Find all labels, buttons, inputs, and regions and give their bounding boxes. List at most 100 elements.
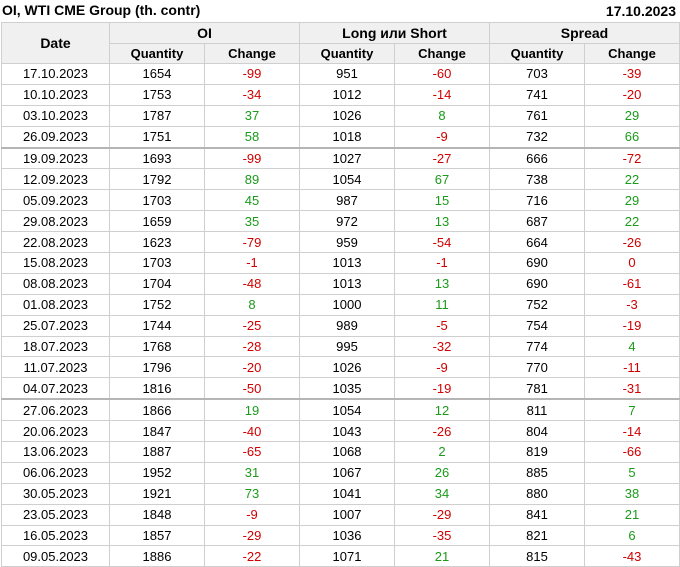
oi-quantity-cell: 1887 <box>109 441 205 463</box>
date-cell: 26.09.2023 <box>1 125 110 149</box>
ls-quantity-cell: 1043 <box>299 420 395 443</box>
date-cell: 03.10.2023 <box>1 104 110 127</box>
ls-quantity-cell: 1007 <box>299 503 395 526</box>
ls-quantity-cell: 1041 <box>299 482 395 505</box>
oi-change-cell: 73 <box>204 482 300 505</box>
sp-quantity-cell: 754 <box>489 314 585 337</box>
ls-quantity-cell: 1067 <box>299 461 395 484</box>
ls-change-cell: 13 <box>394 210 490 233</box>
oi-quantity-cell: 1703 <box>109 189 205 212</box>
table-row: 23.05.2023 1848 -9 1007 -29 841 21 <box>1 503 680 526</box>
header-oi-quantity: Quantity <box>109 43 205 64</box>
date-cell: 11.07.2023 <box>1 356 110 379</box>
ls-quantity-cell: 1068 <box>299 441 395 463</box>
sp-quantity-cell: 821 <box>489 524 585 547</box>
oi-change-cell: 31 <box>204 461 300 484</box>
header-date: Date <box>1 22 110 64</box>
oi-quantity-cell: 1792 <box>109 168 205 191</box>
oi-quantity-cell: 1847 <box>109 420 205 443</box>
sp-change-cell: 22 <box>584 168 680 191</box>
ls-change-cell: -5 <box>394 314 490 337</box>
ls-quantity-cell: 1054 <box>299 398 395 422</box>
sp-quantity-cell: 716 <box>489 189 585 212</box>
ls-quantity-cell: 1027 <box>299 146 395 170</box>
ls-change-cell: 11 <box>394 293 490 316</box>
header-ls-change: Change <box>394 43 490 64</box>
oi-quantity-cell: 1654 <box>109 63 205 85</box>
sp-quantity-cell: 885 <box>489 461 585 484</box>
table-body: 17.10.2023 1654 -99 951 -60 703 -39 10.10.2023 1… <box>1 63 680 567</box>
sp-change-cell: 6 <box>584 524 680 547</box>
oi-quantity-cell: 1693 <box>109 146 205 170</box>
sp-quantity-cell: 841 <box>489 503 585 526</box>
sp-quantity-cell: 738 <box>489 168 585 191</box>
header-sp-quantity: Quantity <box>489 43 585 64</box>
table-row: 30.05.2023 1921 73 1041 34 880 38 <box>1 482 680 505</box>
ls-change-cell: 8 <box>394 104 490 127</box>
ls-change-cell: -1 <box>394 252 490 274</box>
table-row: 22.08.2023 1623 -79 959 -54 664 -26 <box>1 231 680 254</box>
ls-change-cell: -26 <box>394 420 490 443</box>
oi-change-cell: -99 <box>204 146 300 170</box>
oi-quantity-cell: 1703 <box>109 252 205 274</box>
oi-change-cell: -9 <box>204 503 300 526</box>
oi-quantity-cell: 1751 <box>109 125 205 149</box>
ls-change-cell: -9 <box>394 356 490 379</box>
oi-quantity-cell: 1857 <box>109 524 205 547</box>
table-row: 08.08.2023 1704 -48 1013 13 690 -61 <box>1 272 680 295</box>
oi-quantity-cell: 1816 <box>109 377 205 400</box>
sp-quantity-cell: 761 <box>489 104 585 127</box>
ls-change-cell: -29 <box>394 503 490 526</box>
date-cell: 25.07.2023 <box>1 314 110 337</box>
date-cell: 06.06.2023 <box>1 461 110 484</box>
ls-quantity-cell: 1026 <box>299 104 395 127</box>
sp-quantity-cell: 732 <box>489 125 585 149</box>
table-row: 25.07.2023 1744 -25 989 -5 754 -19 <box>1 314 680 337</box>
oi-change-cell: -20 <box>204 356 300 379</box>
ls-change-cell: 15 <box>394 189 490 212</box>
ls-quantity-cell: 995 <box>299 335 395 358</box>
sp-quantity-cell: 781 <box>489 377 585 400</box>
oi-change-cell: -79 <box>204 231 300 254</box>
table-row: 16.05.2023 1857 -29 1036 -35 821 6 <box>1 524 680 547</box>
date-cell: 23.05.2023 <box>1 503 110 526</box>
sp-change-cell: -3 <box>584 293 680 316</box>
oi-change-cell: 58 <box>204 125 300 149</box>
oi-change-cell: -48 <box>204 272 300 295</box>
date-cell: 13.06.2023 <box>1 441 110 463</box>
oi-quantity-cell: 1704 <box>109 272 205 295</box>
ls-quantity-cell: 1012 <box>299 83 395 106</box>
sp-quantity-cell: 687 <box>489 210 585 233</box>
oi-quantity-cell: 1921 <box>109 482 205 505</box>
date-cell: 01.08.2023 <box>1 293 110 316</box>
sp-quantity-cell: 666 <box>489 146 585 170</box>
oi-change-cell: 37 <box>204 104 300 127</box>
ls-change-cell: -27 <box>394 146 490 170</box>
ls-change-cell: 21 <box>394 545 490 567</box>
oi-change-cell: -1 <box>204 252 300 274</box>
date-cell: 08.08.2023 <box>1 272 110 295</box>
ls-quantity-cell: 951 <box>299 63 395 85</box>
oi-quantity-cell: 1753 <box>109 83 205 106</box>
ls-change-cell: -32 <box>394 335 490 358</box>
date-cell: 16.05.2023 <box>1 524 110 547</box>
date-cell: 09.05.2023 <box>1 545 110 567</box>
ls-change-cell: 13 <box>394 272 490 295</box>
oi-change-cell: 45 <box>204 189 300 212</box>
table-row: 04.07.2023 1816 -50 1035 -19 781 -31 <box>1 377 680 400</box>
ls-change-cell: -35 <box>394 524 490 547</box>
sp-change-cell: -20 <box>584 83 680 106</box>
sp-change-cell: -11 <box>584 356 680 379</box>
sp-quantity-cell: 703 <box>489 63 585 85</box>
oi-change-cell: 89 <box>204 168 300 191</box>
sp-change-cell: -14 <box>584 420 680 443</box>
table-row: 26.09.2023 1751 58 1018 -9 732 66 <box>1 125 680 149</box>
sp-quantity-cell: 819 <box>489 441 585 463</box>
sp-change-cell: -26 <box>584 231 680 254</box>
oi-change-cell: -40 <box>204 420 300 443</box>
table-row: 15.08.2023 1703 -1 1013 -1 690 0 <box>1 252 680 274</box>
ls-quantity-cell: 1036 <box>299 524 395 547</box>
date-cell: 29.08.2023 <box>1 210 110 233</box>
sp-change-cell: -31 <box>584 377 680 400</box>
oi-change-cell: -22 <box>204 545 300 567</box>
